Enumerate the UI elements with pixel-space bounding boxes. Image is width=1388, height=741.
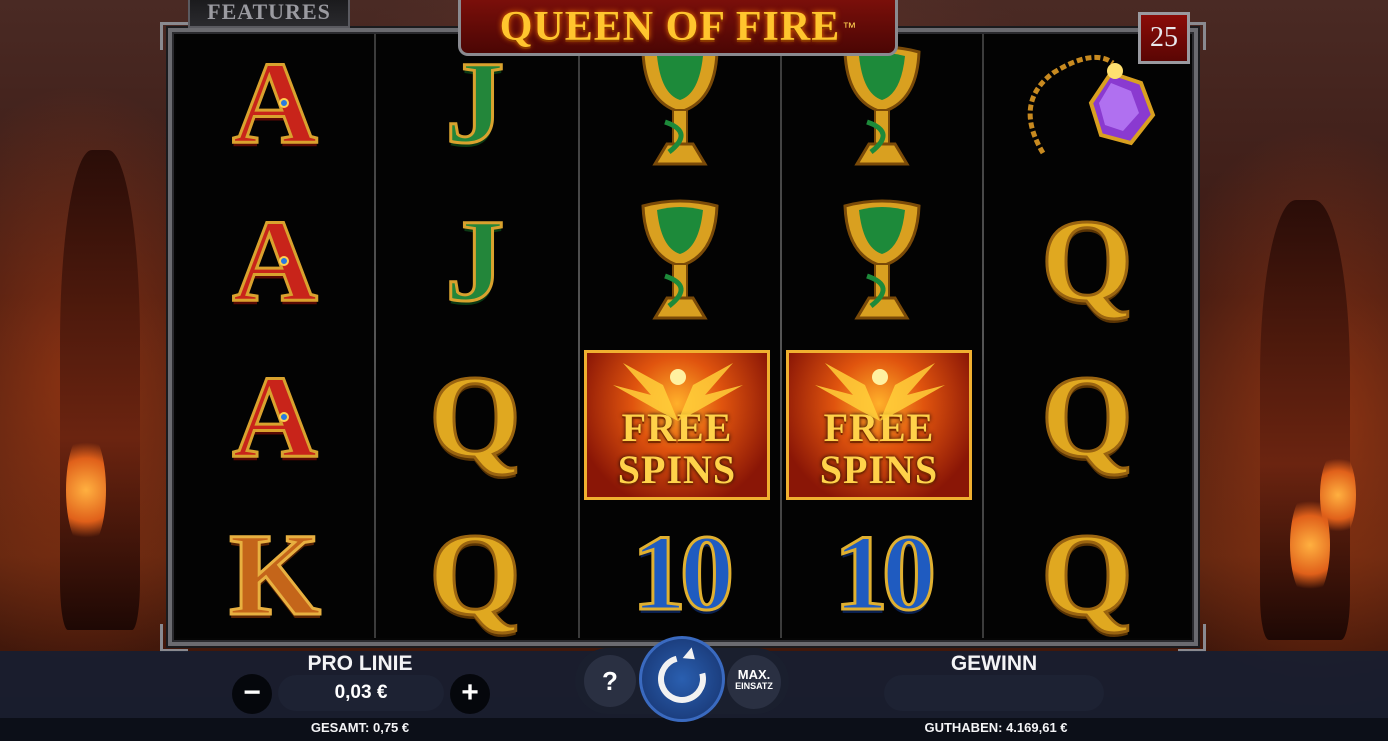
symbol-queen: Q xyxy=(1012,196,1162,326)
max-bet-label-line2: EINSATZ xyxy=(735,681,773,691)
symbol-chalice xyxy=(812,40,952,170)
chalice-icon xyxy=(641,45,719,166)
left-glow-window xyxy=(66,430,106,550)
symbol-ace: A xyxy=(200,196,350,326)
spin-icon xyxy=(649,646,715,712)
max-bet-button[interactable]: MAX. EINSATZ xyxy=(727,655,781,709)
jack-letter: J xyxy=(444,37,506,168)
reel-separator xyxy=(374,34,376,638)
chalice-icon xyxy=(843,45,921,166)
ten-number: 10 xyxy=(631,514,736,633)
paylines-badge: 25 xyxy=(1138,12,1190,64)
symbol-ace: A xyxy=(200,38,350,168)
symbol-jack: J xyxy=(400,196,550,326)
help-button[interactable]: ? xyxy=(584,655,636,707)
free-spins-text-line2: SPINS xyxy=(819,447,939,492)
bet-per-line-label: PRO LINIE xyxy=(307,652,413,675)
ace-letter: A xyxy=(231,351,319,482)
balance-label: GUTHABEN: 4.169,61 € xyxy=(924,720,1068,735)
queen-letter: Q xyxy=(428,509,523,640)
frame-corner-bl xyxy=(160,624,188,652)
ten-number: 10 xyxy=(833,514,938,633)
symbol-chalice xyxy=(610,194,750,324)
symbol-free-spins: FREE SPINS xyxy=(584,350,770,500)
game-title: QUEEN OF FIRE xyxy=(499,3,841,50)
max-bet-label-line1: MAX. xyxy=(737,667,771,682)
bet-value-display: 0,03 € xyxy=(278,675,444,711)
reel-separator xyxy=(982,34,984,638)
reel-separator xyxy=(780,34,782,638)
right-glow-window-2 xyxy=(1320,450,1356,540)
symbol-ace: A xyxy=(200,352,350,482)
queen-letter: Q xyxy=(1040,351,1135,482)
symbol-ten: 10 xyxy=(600,508,760,640)
chalice-icon xyxy=(641,199,719,320)
free-spins-text-line2: SPINS xyxy=(617,447,737,492)
win-label: GEWINN xyxy=(950,652,1038,675)
symbol-chalice xyxy=(610,40,750,170)
win-value-display xyxy=(884,675,1104,711)
reel-separator xyxy=(578,34,580,638)
phoenix-icon xyxy=(815,363,945,421)
minus-icon: − xyxy=(243,676,261,709)
decrease-bet-button[interactable]: − xyxy=(232,674,272,714)
game-title-plate: QUEEN OF FIRE ™ xyxy=(458,0,898,56)
trademark-symbol: ™ xyxy=(842,18,857,35)
frame-corner-br xyxy=(1178,624,1206,652)
frame-corner-tl xyxy=(160,22,188,50)
features-button[interactable]: FEATURES xyxy=(188,0,350,28)
phoenix-icon xyxy=(613,363,743,421)
symbol-king: K xyxy=(200,510,350,640)
blue-gem-icon xyxy=(279,256,289,266)
queen-letter: Q xyxy=(1040,509,1135,640)
left-rock-pillar xyxy=(60,150,140,630)
info-strip xyxy=(0,718,1388,741)
blue-gem-icon xyxy=(279,412,289,422)
symbol-free-spins: FREE SPINS xyxy=(786,350,972,500)
symbol-jack: J xyxy=(400,38,550,168)
total-bet-label: GESAMT: 0,75 € xyxy=(310,720,410,735)
question-icon: ? xyxy=(602,666,618,696)
symbol-queen: Q xyxy=(400,510,550,640)
ace-letter: A xyxy=(231,195,319,326)
jack-letter: J xyxy=(444,195,506,326)
spin-button[interactable] xyxy=(639,636,725,722)
symbol-ten: 10 xyxy=(802,508,962,640)
blue-gem-icon xyxy=(279,98,289,108)
increase-bet-button[interactable]: + xyxy=(450,674,490,714)
plus-icon: + xyxy=(461,676,479,709)
symbol-queen: Q xyxy=(1012,352,1162,482)
queen-letter: Q xyxy=(428,351,523,482)
symbol-chalice xyxy=(812,194,952,324)
queen-letter: Q xyxy=(1040,195,1135,326)
chalice-icon xyxy=(843,199,921,320)
symbol-queen: Q xyxy=(400,352,550,482)
king-letter: K xyxy=(228,509,323,640)
symbol-queen: Q xyxy=(1012,510,1162,640)
ace-letter: A xyxy=(231,37,319,168)
